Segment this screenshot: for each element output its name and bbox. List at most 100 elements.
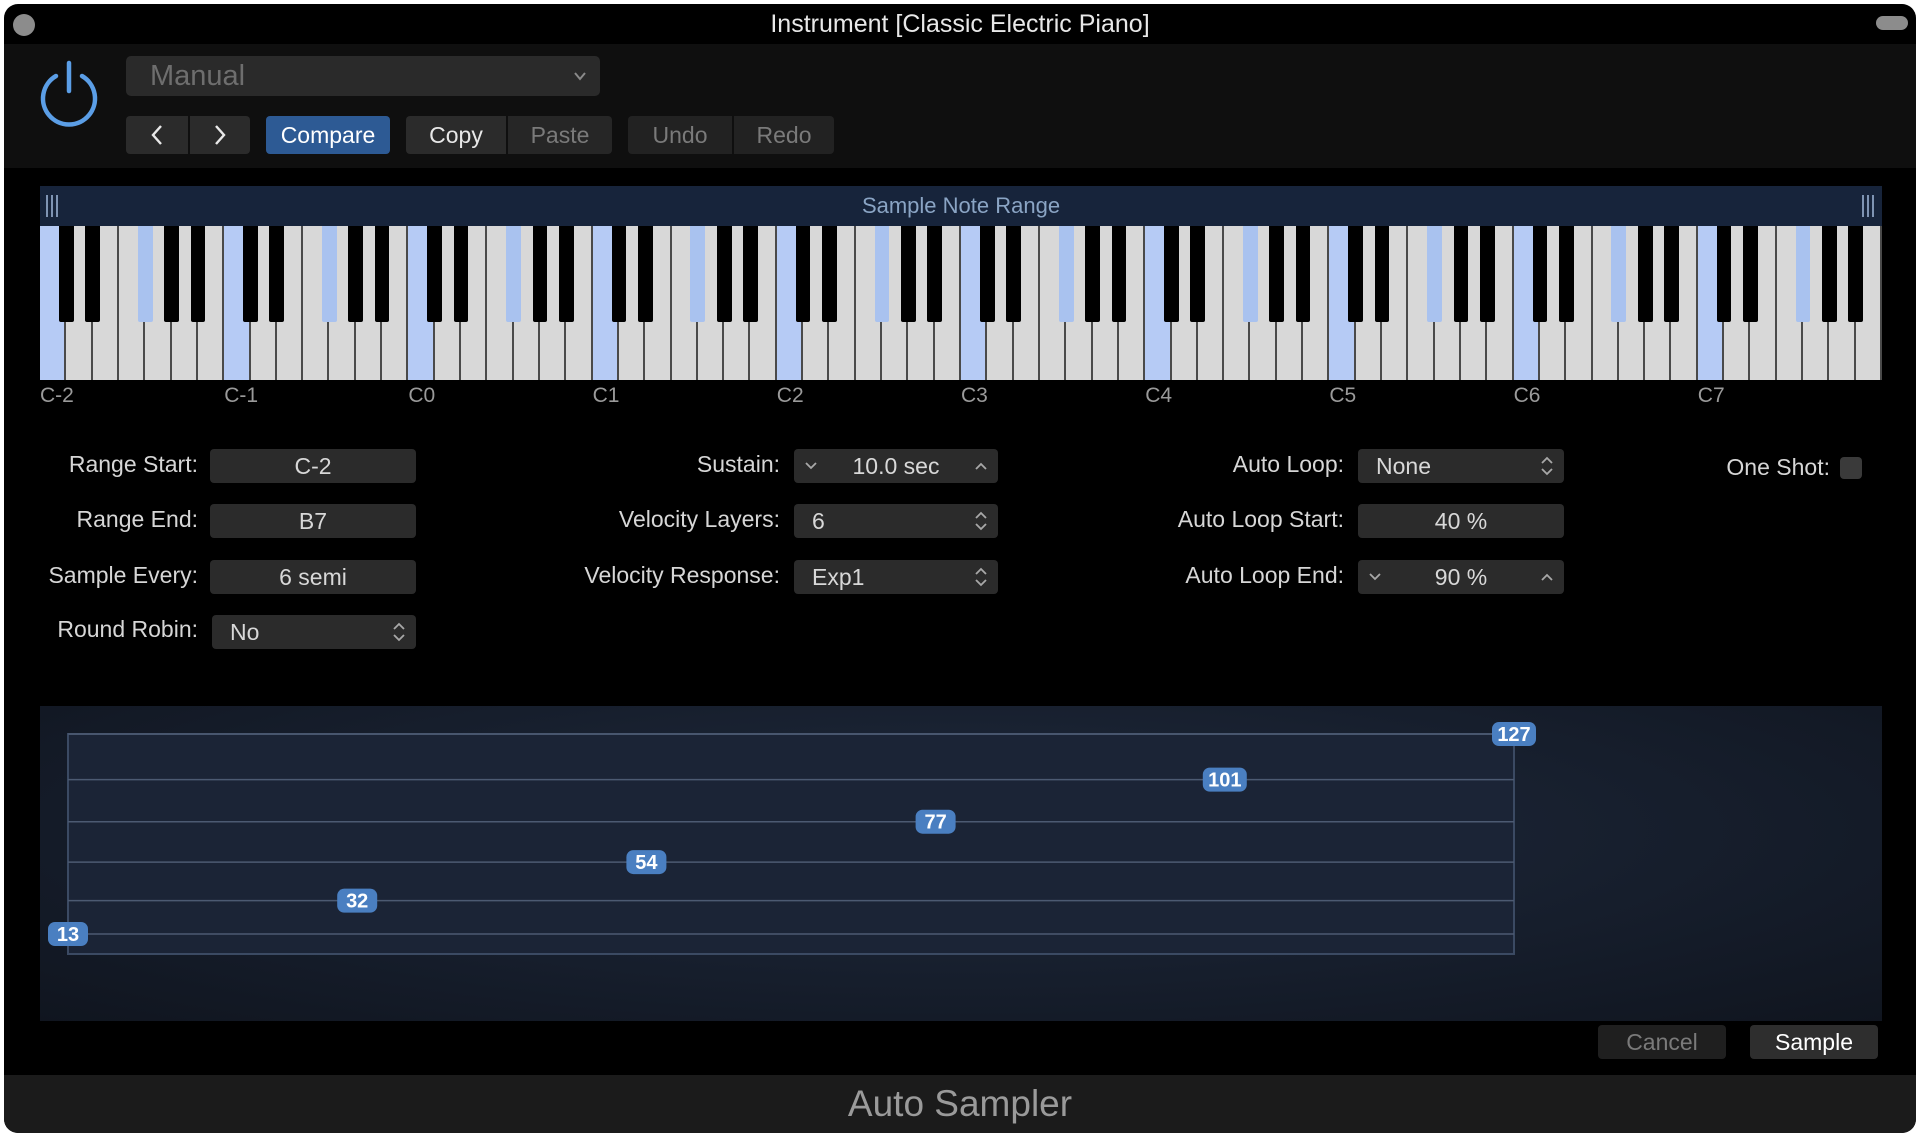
round-robin-value: No: [230, 619, 260, 645]
black-key[interactable]: [637, 226, 653, 322]
black-key[interactable]: [1558, 226, 1574, 322]
velocity-response-label: Velocity Response:: [584, 562, 780, 588]
black-key[interactable]: [453, 226, 469, 322]
updown-icon: [966, 560, 996, 594]
velocity-layer-handle[interactable]: 32: [337, 888, 378, 913]
black-key[interactable]: [1058, 226, 1074, 322]
increment-chevron-up-icon[interactable]: [966, 449, 996, 483]
velocity-layer-handle[interactable]: 101: [1202, 767, 1247, 792]
velocity-value: 54: [635, 852, 658, 874]
round-robin-label: Round Robin:: [57, 616, 198, 642]
black-key[interactable]: [1427, 226, 1443, 322]
decrement-chevron-down-icon[interactable]: [796, 449, 826, 483]
black-key[interactable]: [164, 226, 179, 322]
black-key[interactable]: [322, 226, 337, 322]
one-shot-checkbox[interactable]: [1840, 457, 1862, 479]
black-key[interactable]: [611, 226, 627, 322]
power-icon[interactable]: [34, 59, 104, 129]
sample-button[interactable]: Sample: [1750, 1025, 1878, 1059]
updown-icon: [1532, 449, 1562, 483]
black-key[interactable]: [822, 226, 837, 322]
cancel-button[interactable]: Cancel: [1598, 1025, 1726, 1059]
black-key[interactable]: [1795, 226, 1811, 322]
previous-preset-button[interactable]: [126, 116, 188, 154]
black-key[interactable]: [506, 226, 522, 322]
black-key[interactable]: [1348, 226, 1364, 322]
undo-button[interactable]: Undo: [628, 116, 732, 154]
black-key[interactable]: [1848, 226, 1864, 322]
sustain-field[interactable]: 10.0 sec: [794, 449, 998, 483]
black-key[interactable]: [558, 226, 574, 322]
octave-label: C3: [961, 384, 988, 407]
black-key[interactable]: [690, 226, 706, 322]
black-key[interactable]: [1269, 226, 1285, 322]
black-key[interactable]: [348, 226, 364, 322]
auto-loop-start-field[interactable]: 40 %: [1358, 504, 1564, 538]
velocity-layer-handle[interactable]: 127: [1492, 722, 1536, 746]
range-start-field[interactable]: C-2: [210, 449, 416, 483]
next-preset-button[interactable]: [190, 116, 250, 154]
range-start-handle[interactable]: [46, 195, 60, 217]
range-end-handle[interactable]: [1862, 195, 1876, 217]
sample-every-label: Sample Every:: [48, 562, 198, 588]
black-key[interactable]: [901, 226, 916, 322]
black-key[interactable]: [374, 226, 390, 322]
velocity-layer-handle[interactable]: 77: [915, 809, 956, 834]
black-key[interactable]: [1190, 226, 1206, 322]
close-button[interactable]: [13, 14, 35, 36]
copy-button[interactable]: Copy: [406, 116, 506, 154]
black-key[interactable]: [85, 226, 100, 322]
black-key[interactable]: [1006, 226, 1021, 322]
black-key[interactable]: [716, 226, 732, 322]
sample-every-field[interactable]: 6 semi: [210, 560, 416, 594]
black-key[interactable]: [1822, 226, 1837, 322]
black-key[interactable]: [1479, 226, 1495, 322]
black-key[interactable]: [1295, 226, 1311, 322]
black-key[interactable]: [1453, 226, 1469, 322]
increment-chevron-up-icon[interactable]: [1532, 560, 1562, 594]
black-key[interactable]: [1374, 226, 1390, 322]
range-end-label: Range End:: [76, 506, 198, 532]
black-key[interactable]: [1111, 226, 1127, 322]
black-key[interactable]: [743, 226, 758, 322]
black-key[interactable]: [190, 226, 206, 322]
black-key[interactable]: [795, 226, 811, 322]
velocity-layer-handle[interactable]: 13: [48, 922, 88, 946]
black-key[interactable]: [269, 226, 285, 322]
sample-note-range-bar[interactable]: Sample Note Range: [40, 186, 1882, 226]
auto-loop-value: None: [1376, 453, 1431, 479]
octave-label: C5: [1329, 384, 1357, 407]
minimize-button[interactable]: [1876, 16, 1908, 30]
black-key[interactable]: [137, 226, 153, 322]
paste-button[interactable]: Paste: [508, 116, 612, 154]
decrement-chevron-down-icon[interactable]: [1360, 560, 1390, 594]
black-key[interactable]: [1716, 226, 1732, 322]
black-key[interactable]: [243, 226, 258, 322]
black-key[interactable]: [1085, 226, 1100, 322]
auto-loop-end-field[interactable]: 90 %: [1358, 560, 1564, 594]
black-key[interactable]: [1243, 226, 1258, 322]
velocity-layer-handle[interactable]: 54: [626, 850, 667, 875]
black-key[interactable]: [1611, 226, 1627, 322]
velocity-response-popup[interactable]: Exp1: [794, 560, 998, 594]
black-key[interactable]: [979, 226, 995, 322]
black-key[interactable]: [1664, 226, 1679, 322]
compare-button[interactable]: Compare: [266, 116, 390, 154]
redo-button[interactable]: Redo: [734, 116, 834, 154]
range-end-field[interactable]: B7: [210, 504, 416, 538]
piano-keyboard[interactable]: [40, 226, 1882, 380]
auto-loop-popup[interactable]: None: [1358, 449, 1564, 483]
black-key[interactable]: [1532, 226, 1548, 322]
black-key[interactable]: [1743, 226, 1758, 322]
octave-label: C7: [1697, 384, 1725, 407]
black-key[interactable]: [532, 226, 548, 322]
black-key[interactable]: [58, 226, 74, 322]
velocity-layers-popup[interactable]: 6: [794, 504, 998, 538]
black-key[interactable]: [427, 226, 443, 322]
round-robin-popup[interactable]: No: [212, 615, 416, 649]
black-key[interactable]: [1164, 226, 1179, 322]
black-key[interactable]: [927, 226, 943, 322]
black-key[interactable]: [1637, 226, 1653, 322]
preset-menu[interactable]: Manual: [126, 56, 600, 96]
black-key[interactable]: [874, 226, 890, 322]
